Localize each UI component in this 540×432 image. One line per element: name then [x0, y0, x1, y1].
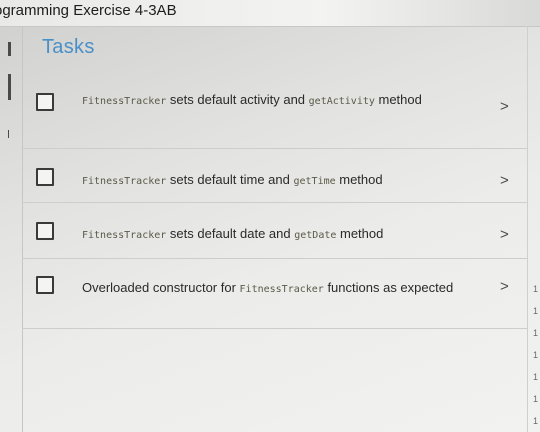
code-identifier: FitnessTracker — [82, 176, 167, 187]
tasks-heading: Tasks — [42, 36, 95, 58]
chevron-right-icon[interactable]: > — [500, 226, 509, 243]
task-text-segment: functions as expected — [323, 280, 454, 295]
task-row[interactable]: Overloaded constructor for FitnessTracke… — [22, 258, 527, 329]
code-identifier: getActivity — [308, 96, 375, 107]
task-text-segment: method — [336, 226, 384, 241]
task-description: FitnessTracker sets default date and get… — [82, 224, 472, 246]
task-checkbox[interactable] — [36, 168, 54, 186]
chevron-right-icon[interactable]: > — [500, 98, 509, 115]
task-text-segment: method — [335, 172, 383, 187]
line-number: 1 — [532, 394, 538, 404]
task-text-segment: method — [374, 92, 422, 107]
line-number: 1 — [532, 284, 538, 294]
exercise-page: ogramming Exercise 4-3AB 1 1 1 1 1 1 1 1… — [0, 0, 540, 432]
gutter-marker — [8, 74, 11, 100]
task-checkbox[interactable] — [36, 276, 54, 294]
code-identifier: getDate — [294, 230, 337, 241]
task-description: FitnessTracker sets default activity and… — [82, 90, 472, 112]
task-text-segment: sets default date and — [166, 226, 295, 241]
window-titlebar: ogramming Exercise 4-3AB — [0, 0, 540, 27]
task-description: Overloaded constructor for FitnessTracke… — [82, 278, 492, 300]
task-text-segment: sets default time and — [166, 172, 294, 187]
task-text-segment: sets default activity and — [166, 92, 309, 107]
left-gutter — [0, 26, 23, 432]
line-number: 1 — [532, 416, 538, 426]
task-text-segment: Overloaded constructor for — [82, 280, 240, 295]
code-identifier: FitnessTracker — [82, 230, 167, 241]
line-number: 1 — [532, 306, 538, 316]
right-gutter: 1 1 1 1 1 1 1 1 — [527, 26, 540, 432]
task-checkbox[interactable] — [36, 222, 54, 240]
line-number: 1 — [532, 328, 538, 338]
chevron-right-icon[interactable]: > — [500, 172, 509, 189]
gutter-marker — [8, 130, 9, 138]
task-row[interactable]: FitnessTracker sets default activity and… — [22, 84, 527, 149]
task-row[interactable]: FitnessTracker sets default date and get… — [22, 202, 527, 259]
chevron-right-icon[interactable]: > — [500, 278, 509, 295]
code-identifier: FitnessTracker — [82, 96, 167, 107]
task-description: FitnessTracker sets default time and get… — [82, 170, 472, 192]
code-identifier: FitnessTracker — [239, 284, 324, 295]
task-checkbox[interactable] — [36, 93, 54, 111]
code-identifier: getTime — [293, 176, 336, 187]
line-number: 1 — [532, 372, 538, 382]
gutter-marker — [8, 42, 11, 56]
line-number: 1 — [532, 350, 538, 360]
window-title: ogramming Exercise 4-3AB — [0, 2, 177, 19]
task-row[interactable]: FitnessTracker sets default time and get… — [22, 148, 527, 203]
